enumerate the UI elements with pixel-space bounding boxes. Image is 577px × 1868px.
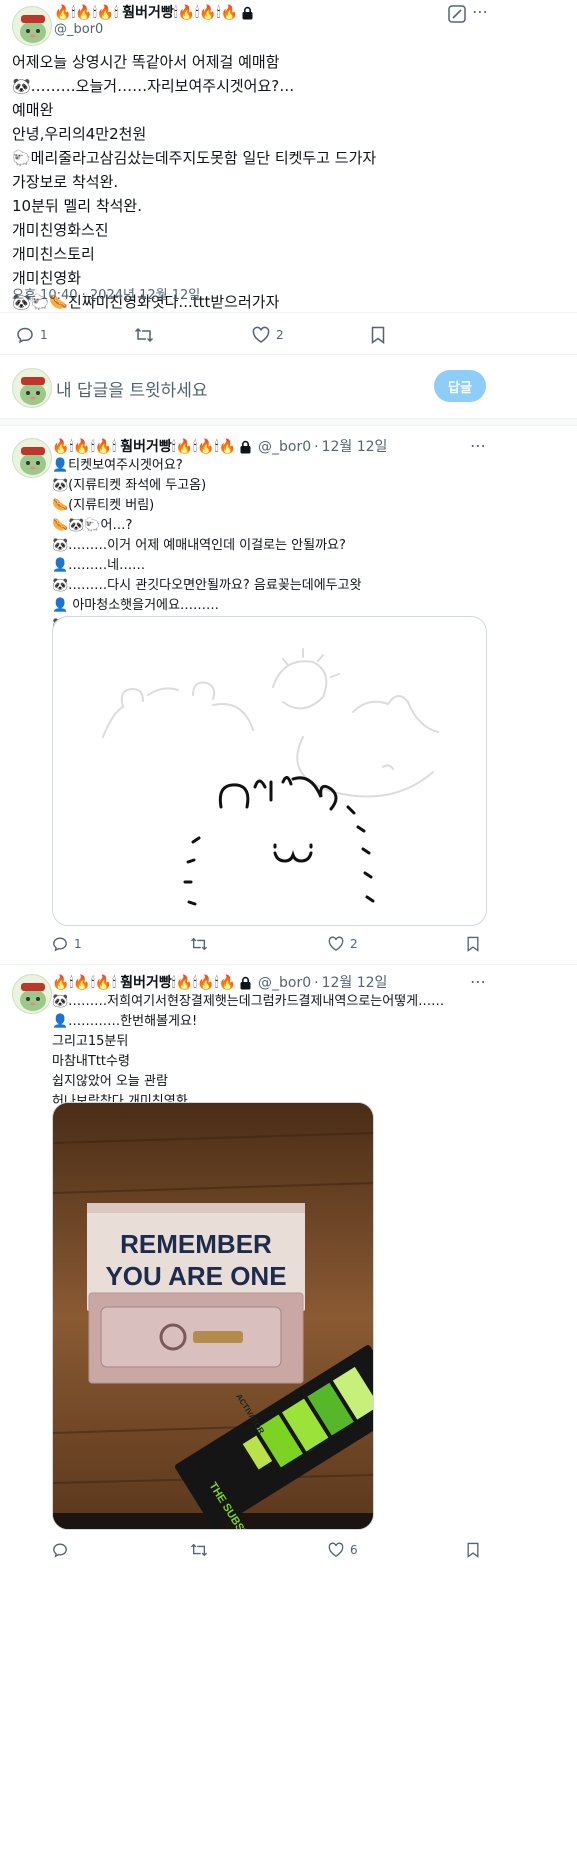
reply-line: 그리고15분뒤 xyxy=(52,1034,129,1049)
avatar[interactable] xyxy=(12,6,52,46)
reply-line: 🐼………저희여기서현장결제햇는데그럼카드결제내역으로는어떻게…… xyxy=(52,994,445,1009)
more-icon[interactable]: ⋯ xyxy=(470,436,487,455)
retweet-icon xyxy=(190,1543,208,1557)
reply-icon xyxy=(53,937,67,952)
dot-separator: · xyxy=(314,439,319,455)
bookmark-icon[interactable] xyxy=(466,936,480,952)
reply-line: 🌭(지류티켓 버림) xyxy=(52,498,155,513)
name-suffix-emojis: 🕯🔥🕯🔥🕯🔥 xyxy=(173,5,238,21)
retweet-icon xyxy=(190,937,208,951)
like-action[interactable]: 6 xyxy=(328,1542,358,1558)
reply-composer-input[interactable]: 내 답글을 트윗하세요 xyxy=(56,376,208,401)
like-count: 2 xyxy=(350,937,358,951)
retweet-action[interactable] xyxy=(134,326,154,344)
like-icon xyxy=(328,1542,344,1557)
main-tweet-body: 어제오늘 상영시간 똑같아서 어제걸 예매함 🐼………오늘거……자리보여주시겟어… xyxy=(12,50,376,314)
name-prefix-emojis: 🔥🕯🔥🕯🔥🕯 xyxy=(54,5,119,21)
photo-sign-line2: YOU ARE ONE xyxy=(105,1261,286,1291)
tweet-line: 10분뒤 멜리 착석완. xyxy=(12,197,142,215)
reply-line: 🌭🐼🐑어…? xyxy=(52,518,133,533)
reply-body: 👤티켓보여주시겟어요? 🐼(지류티켓 좌석에 두고옴) 🌭(지류티켓 버림) 🌭… xyxy=(52,456,362,636)
reply-action[interactable]: 1 xyxy=(52,936,82,952)
display-name[interactable]: 훰버거빵 xyxy=(122,4,174,22)
name-prefix-emojis: 🔥🕯🔥🕯🔥🕯 xyxy=(52,975,117,991)
lock-icon xyxy=(242,6,253,20)
tweet-line: 🐼………오늘거……자리보여주시겟어요?… xyxy=(12,77,295,95)
author-name-row[interactable]: 🔥🕯🔥🕯🔥🕯 훰버거빵 🕯🔥🕯🔥🕯🔥 @_bor0 · 12월 12일 xyxy=(52,974,387,992)
reply-icon xyxy=(17,327,33,344)
avatar[interactable] xyxy=(12,974,52,1014)
composer-avatar xyxy=(12,368,52,408)
reply-action[interactable]: 1 xyxy=(16,326,48,344)
display-name[interactable]: 훰버거빵 xyxy=(120,974,172,992)
bookmark-icon[interactable] xyxy=(466,1542,480,1558)
reply-line: 🐼(지류티켓 좌석에 두고옴) xyxy=(52,478,207,493)
author-handle[interactable]: @_bor0 xyxy=(54,22,103,37)
dot-separator: · xyxy=(314,975,319,991)
divider xyxy=(0,964,577,965)
retweet-icon xyxy=(134,327,154,343)
lock-icon xyxy=(240,440,251,454)
retweet-action[interactable] xyxy=(190,1542,208,1558)
like-icon xyxy=(328,936,344,951)
divider xyxy=(0,312,577,313)
author-name-row[interactable]: 🔥🕯🔥🕯🔥🕯 훰버거빵 🕯🔥🕯🔥🕯🔥 @_bor0 · 12월 12일 xyxy=(52,438,387,456)
reply-line: 쉽지않았어 오늘 관람 xyxy=(52,1074,168,1089)
author-handle[interactable]: @_bor0 xyxy=(258,438,311,456)
tweet-line: 개미친영화스진 xyxy=(12,221,109,239)
tweet-line: 개미친스토리 xyxy=(12,245,95,263)
like-count: 6 xyxy=(350,1543,358,1557)
more-icon[interactable]: ⋯ xyxy=(472,2,489,21)
display-name[interactable]: 훰버거빵 xyxy=(120,438,172,456)
reply-line: 마참내Ttt수령 xyxy=(52,1054,130,1069)
reply-date[interactable]: 12월 12일 xyxy=(322,438,388,456)
tweet-line: 예매완 xyxy=(12,101,54,119)
divider xyxy=(0,354,577,355)
name-suffix-emojis: 🕯🔥🕯🔥🕯🔥 xyxy=(171,975,236,991)
like-action[interactable]: 2 xyxy=(252,326,284,344)
reply-date[interactable]: 12월 12일 xyxy=(322,974,388,992)
bookmark-icon[interactable] xyxy=(370,326,386,344)
author-handle[interactable]: @_bor0 xyxy=(258,974,311,992)
reply-line: 👤…………한번해볼게요! xyxy=(52,1014,198,1029)
reply-line: 🐼………이거 어제 예매내역인데 이걸로는 안될까요? xyxy=(52,538,346,553)
tweet-line: 안녕,우리의4만2천원 xyxy=(12,125,147,143)
reply-line: 👤………네…… xyxy=(52,558,146,573)
reply-body: 🐼………저희여기서현장결제햇는데그럼카드결제내역으로는어떻게…… 👤…………한번… xyxy=(52,992,444,1112)
lock-icon xyxy=(240,976,251,990)
reply-count: 1 xyxy=(74,937,82,951)
edit-icon[interactable] xyxy=(448,5,466,23)
tweet-line: 🐑메리줄라고삼김샀는데주지도못함 일단 티켓두고 드가자 xyxy=(12,149,377,167)
hamster-drawing-image xyxy=(102,648,439,906)
name-suffix-emojis: 🕯🔥🕯🔥🕯🔥 xyxy=(171,439,236,455)
movie-merch-photo: REMEMBER YOU ARE ONE THE SUBSTANCE ACTIV… xyxy=(53,1103,373,1529)
reply-line: 👤 아마청소햇을거에요……… xyxy=(52,598,219,613)
retweet-action[interactable] xyxy=(190,936,208,952)
like-count: 2 xyxy=(276,328,284,342)
avatar[interactable] xyxy=(12,438,52,478)
more-icon[interactable]: ⋯ xyxy=(470,972,487,991)
attached-drawing[interactable] xyxy=(52,616,487,926)
reply-submit-button[interactable]: 답글 xyxy=(434,370,486,402)
reply-count: 1 xyxy=(40,328,48,342)
reply-line: 🐼………다시 관깃다오면안될까요? 음료꽂는데에두고왓 xyxy=(52,578,362,593)
tweet-line: 어제오늘 상영시간 똑같아서 어제걸 예매함 xyxy=(12,53,280,71)
photo-sign-line1: REMEMBER xyxy=(120,1229,272,1259)
reply-action[interactable] xyxy=(52,1542,68,1558)
reply-icon xyxy=(53,1543,67,1558)
section-separator xyxy=(0,418,577,426)
tweet-line: 가장보로 착석완. xyxy=(12,173,119,191)
like-action[interactable]: 2 xyxy=(328,936,358,952)
author-name-row[interactable]: 🔥🕯🔥🕯🔥🕯 훰버거빵 🕯🔥🕯🔥🕯🔥 xyxy=(54,4,254,22)
tweet-timestamp[interactable]: 오후 10:40 · 2024년 12월 12일 xyxy=(12,284,200,303)
like-icon xyxy=(252,326,270,343)
attached-photo[interactable]: REMEMBER YOU ARE ONE THE SUBSTANCE ACTIV… xyxy=(52,1102,374,1530)
name-prefix-emojis: 🔥🕯🔥🕯🔥🕯 xyxy=(52,439,117,455)
reply-line: 👤티켓보여주시겟어요? xyxy=(52,458,183,473)
